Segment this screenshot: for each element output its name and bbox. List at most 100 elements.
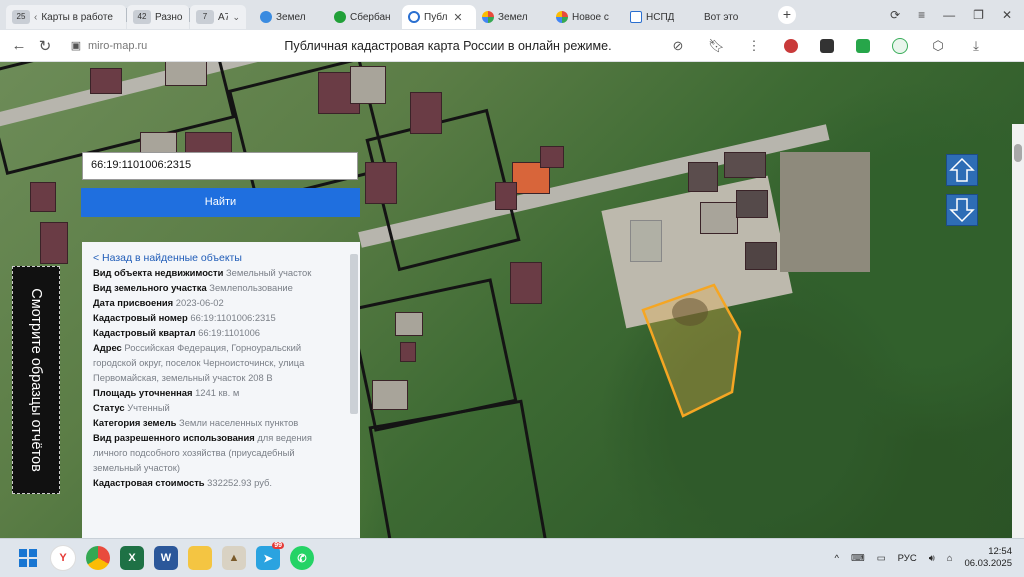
telegram-icon[interactable]: ➤99 [256,546,280,570]
info-row: Вид земельного участка Землепользование [93,280,342,295]
info-value: Земли населенных пунктов [179,417,298,428]
bare-lot [780,152,870,272]
address-bar: ← ↻ ▣ miro-map.ru Публичная кадастровая … [0,30,1024,62]
windows-taskbar: Y X W ▲ ➤99 ✆ ^ ⌨ ▭ РУС 🔊︎ ⌂ 12:54 06.03… [0,538,1024,577]
tab-group-badge: 25 [12,10,30,24]
building-roof [724,152,766,178]
tab-group-misc[interactable]: 42 Разное [127,5,189,29]
url-text[interactable]: miro-map.ru [88,40,238,52]
house-roof [495,182,517,210]
tab-label: Новое с [572,12,609,23]
tab-label: Разное [155,12,183,23]
word-icon[interactable]: W [154,546,178,570]
extension-shield-icon[interactable] [856,39,870,53]
minimize-icon[interactable]: — [943,8,955,22]
tab-label: Карты в работе [41,12,113,23]
excel-icon[interactable]: X [120,546,144,570]
system-tray: ^ ⌨ ▭ РУС 🔊︎ ⌂ 12:54 06.03.2025 [835,546,1024,570]
close-icon[interactable]: ✕ [453,11,462,24]
keyboard-icon[interactable]: ⌨ [851,553,865,564]
tab-group-a7[interactable]: 7 А7 ⌄ [190,5,246,29]
scrollbar-thumb[interactable] [1014,144,1022,162]
window-controls: ⟳ ≡ — ❐ ✕ [890,8,1024,22]
reload-icon[interactable]: ↻ [32,37,58,55]
menu-icon[interactable]: ≡ [918,8,925,22]
back-arrow-icon[interactable]: ← [6,37,32,54]
highlighted-land-plot[interactable] [640,282,750,422]
bookmark-icon[interactable]: 🔖︎ [708,38,724,54]
tab-active-public-map[interactable]: Публ ✕ [402,5,476,29]
back-to-results-link[interactable]: < Назад в найденные объекты [93,252,342,264]
tab-zemel-1[interactable]: Земел [254,5,328,29]
house-roof [30,182,56,212]
tab-group-maps[interactable]: 25 ‹ Карты в работе [6,5,126,29]
tab-label: НСПД [646,12,674,23]
info-row: Кадастровый квартал 66:19:1101006 [93,325,342,340]
map-pan-down-button[interactable] [946,194,978,226]
file-explorer-icon[interactable] [188,546,212,570]
find-button[interactable]: Найти [81,188,360,217]
tab-label: Публ [424,12,447,23]
page-scrollbar[interactable] [1012,124,1024,538]
info-row: Статус Учтенный [93,400,342,415]
info-value: 66:19:1101006 [198,327,260,338]
building-roof [745,242,777,270]
cadastral-search-input[interactable]: 66:19:1101006:2315 [82,152,358,180]
house-roof [350,66,386,104]
info-label: Вид земельного участка [93,282,207,293]
network-icon[interactable]: ⌂ [947,553,953,564]
site-info-icon[interactable]: ▣ [68,38,84,54]
info-value: Российская Федерация, Горноуральский гор… [93,342,304,383]
chrome-icon[interactable] [86,546,110,570]
info-panel-scrollbar[interactable] [350,254,358,414]
tab-sberbank[interactable]: Сбербан [328,5,402,29]
restore-icon[interactable]: ❐ [973,8,984,22]
map-pan-up-button[interactable] [946,154,978,186]
reports-samples-banner[interactable]: Смотрите образцы отчётов [12,266,60,494]
extension-circle-icon[interactable] [892,38,908,54]
tab-label: Земел [276,12,306,23]
no-tracking-icon[interactable]: ⊘ [670,38,686,54]
app-icon[interactable]: ▲ [222,546,246,570]
sports-court [630,220,662,262]
language-indicator[interactable]: РУС [898,553,917,564]
house-roof [400,342,416,362]
extensions-puzzle-icon[interactable]: ⬡ [930,38,946,54]
downloads-icon[interactable]: ⤓ [968,38,984,54]
windows-start-icon[interactable] [16,546,40,570]
tab-vot-eto[interactable]: Вот это [698,5,772,29]
sync-icon[interactable]: ⟳ [890,8,900,22]
close-window-icon[interactable]: ✕ [1002,8,1012,22]
house-roof [410,92,442,134]
satellite-map[interactable]: Смотрите образцы отчётов 66:19:1101006:2… [0,62,1024,538]
info-value: Землепользование [209,282,293,293]
info-label: Статус [93,402,125,413]
house-roof [395,312,423,336]
new-tab-button[interactable]: + [778,6,796,24]
tab-novoe[interactable]: Новое с [550,5,624,29]
battery-icon[interactable]: ▭ [877,553,886,564]
browser-tab-strip: 25 ‹ Карты в работе 42 Разное 7 А7 ⌄ Зем… [0,0,1024,30]
volume-icon[interactable]: 🔊︎ [929,553,935,564]
info-value: 1241 кв. м [195,387,239,398]
extension-seal-icon[interactable] [784,39,798,53]
telegram-badge: 99 [272,542,284,549]
sber-favicon-icon [334,11,346,23]
yandex-browser-icon[interactable]: Y [50,545,76,571]
tab-nspd[interactable]: НСПД [624,5,698,29]
info-value: 2023-06-02 [176,297,224,308]
chevron-up-icon[interactable]: ^ [835,553,839,564]
info-value: Учтенный [127,402,170,413]
info-row: Кадастровый номер 66:19:1101006:2315 [93,310,342,325]
chevron-left-icon: ‹ [34,12,37,23]
whatsapp-icon[interactable]: ✆ [290,546,314,570]
info-label: Площадь уточненная [93,387,192,398]
site-favicon-icon [260,11,272,23]
clock[interactable]: 12:54 06.03.2025 [964,546,1012,570]
info-value: Земельный участок [226,267,311,278]
tab-zemel-2[interactable]: Земел [476,5,550,29]
extension-card-icon[interactable] [820,39,834,53]
nspd-favicon-icon [630,11,642,23]
info-label: Вид разрешенного использования [93,432,255,443]
more-vertical-icon[interactable]: ⋮ [746,38,762,54]
